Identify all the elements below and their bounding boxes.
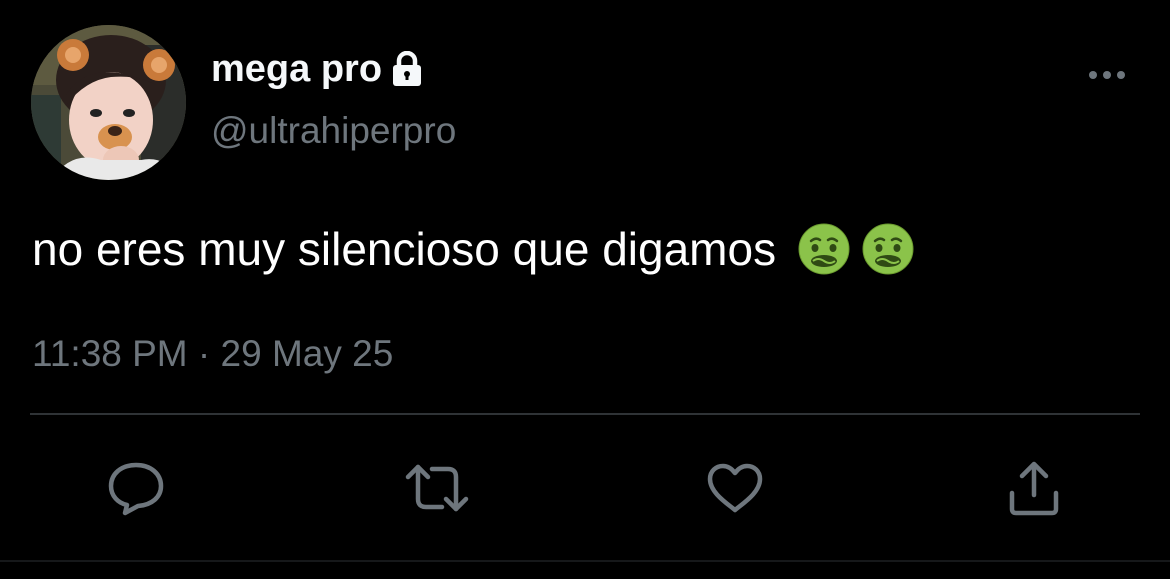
divider — [30, 413, 1140, 415]
reply-button[interactable] — [106, 458, 166, 518]
share-button[interactable] — [1004, 458, 1064, 518]
nauseated-face-emoji-icon — [862, 223, 914, 275]
display-name-text: mega pro — [211, 47, 383, 90]
more-icon — [1089, 71, 1125, 79]
nauseated-face-emoji-icon — [798, 223, 850, 275]
share-icon — [1009, 461, 1059, 516]
tweet-timestamp[interactable]: 11:38 PM · 29 May 25 — [32, 333, 393, 375]
heart-icon — [707, 463, 763, 513]
user-handle[interactable]: @ultrahiperpro — [211, 110, 456, 152]
avatar[interactable] — [31, 25, 186, 180]
lock-icon — [390, 51, 424, 87]
tweet-text-content: no eres muy silencioso que digamos — [32, 223, 777, 275]
retweet-icon — [405, 464, 469, 512]
avatar-photo — [31, 25, 186, 180]
like-button[interactable] — [705, 458, 765, 518]
retweet-button[interactable] — [404, 458, 470, 518]
reply-icon — [108, 462, 164, 516]
bottom-divider — [0, 560, 1170, 562]
display-name[interactable]: mega pro — [211, 44, 424, 94]
more-button[interactable] — [1082, 58, 1132, 92]
tweet-text: no eres muy silencioso que digamos — [32, 222, 914, 276]
